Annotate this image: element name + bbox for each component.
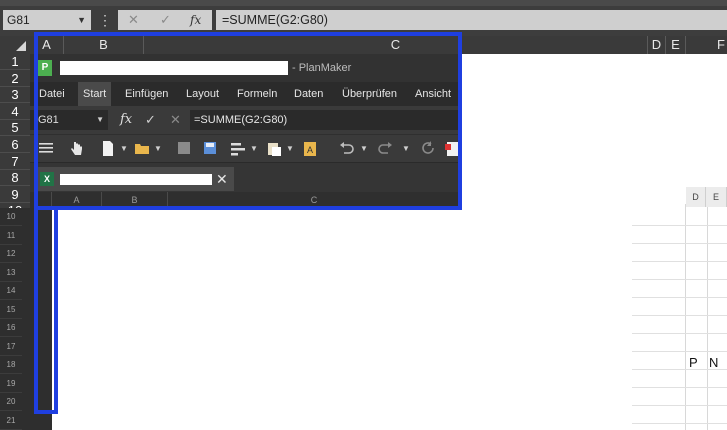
- row-header-1[interactable]: 1: [0, 54, 30, 70]
- planmaker-row-header-16[interactable]: 16: [0, 319, 22, 337]
- column-header-row: A B C D E F: [0, 36, 727, 54]
- planmaker-column-header-row: A B C: [30, 192, 460, 208]
- chevron-down-icon[interactable]: ▼: [402, 144, 410, 153]
- planmaker-row-header-20[interactable]: 20: [0, 393, 22, 411]
- app-title: - PlanMaker: [292, 62, 352, 74]
- cancel-icon[interactable]: ✕: [170, 110, 181, 130]
- menu-lines-icon[interactable]: [38, 140, 54, 157]
- row-header-6[interactable]: 6: [0, 137, 30, 153]
- planmaker-title-bar: P - PlanMaker: [30, 54, 460, 82]
- planmaker-row-header-18[interactable]: 18: [0, 356, 22, 374]
- planmaker-column-b[interactable]: B: [102, 192, 168, 208]
- cell-d19[interactable]: P: [689, 355, 698, 370]
- planmaker-window: P - PlanMaker Datei Start Einfügen Layou…: [30, 54, 460, 208]
- new-document-icon[interactable]: [100, 140, 116, 157]
- embedded-row-header-column: 10 11 12 13 14 15 16 17 18 19 20 21: [0, 208, 52, 430]
- planmaker-name-box-value: G81: [38, 114, 59, 126]
- column-header-c[interactable]: C: [144, 36, 648, 54]
- align-icon[interactable]: [230, 140, 246, 157]
- menu-formeln[interactable]: Formeln: [232, 82, 282, 106]
- cell-e19[interactable]: N: [709, 355, 718, 370]
- document-title-redacted: [60, 61, 288, 75]
- planmaker-row-header-15[interactable]: 15: [0, 301, 22, 319]
- planmaker-row-header-12[interactable]: 12: [0, 245, 22, 263]
- document-tab-name-redacted: [60, 174, 212, 185]
- chevron-down-icon[interactable]: ▼: [120, 144, 128, 153]
- chevron-down-icon[interactable]: ▼: [286, 144, 294, 153]
- close-icon[interactable]: ✕: [216, 167, 228, 191]
- embedded-column-header-d: D: [686, 187, 706, 207]
- menu-ueberpruefen[interactable]: Überprüfen: [337, 82, 402, 106]
- planmaker-name-box[interactable]: G81 ▼: [30, 110, 108, 130]
- planmaker-menu-bar: Datei Start Einfügen Layout Formeln Date…: [30, 82, 460, 106]
- insert-function-icon[interactable]: fx: [190, 10, 201, 30]
- document-tab[interactable]: X ✕: [34, 167, 234, 191]
- planmaker-column-c[interactable]: C: [168, 192, 460, 208]
- save-icon[interactable]: [202, 140, 218, 157]
- column-header-d[interactable]: D: [648, 36, 666, 54]
- chevron-down-icon[interactable]: ▼: [96, 110, 104, 130]
- document-tab-bar: X ✕: [30, 162, 460, 192]
- column-header-b[interactable]: B: [64, 36, 144, 54]
- paste-icon[interactable]: [266, 140, 282, 157]
- planmaker-formula-bar: G81 ▼ fx ✓ ✕ =SUMME(G2:G80): [30, 106, 460, 134]
- row-header-8[interactable]: 8: [0, 170, 30, 187]
- svg-text:A: A: [307, 145, 313, 155]
- row-header-2[interactable]: 2: [0, 71, 30, 87]
- planmaker-formula-input[interactable]: =SUMME(G2:G80): [190, 110, 460, 130]
- excel-file-icon: X: [40, 172, 54, 186]
- formula-bar-buttons: ✕ ✓ fx: [118, 10, 212, 30]
- format-painter-icon[interactable]: A: [302, 140, 318, 157]
- confirm-icon[interactable]: ✓: [145, 110, 156, 130]
- column-header-a[interactable]: A: [30, 36, 64, 54]
- redo-icon[interactable]: [378, 140, 394, 157]
- planmaker-row-header-11[interactable]: 11: [0, 227, 22, 245]
- planmaker-corner[interactable]: [30, 192, 52, 208]
- formula-input[interactable]: =SUMME(G2:G80): [216, 10, 727, 30]
- pdf-export-icon[interactable]: [444, 140, 460, 157]
- name-box-value: G81: [7, 13, 30, 27]
- cancel-icon[interactable]: ✕: [128, 10, 139, 30]
- row-header-5[interactable]: 5: [0, 120, 30, 137]
- row-header-3[interactable]: 3: [0, 87, 30, 104]
- chevron-down-icon[interactable]: ▼: [154, 144, 162, 153]
- menu-daten[interactable]: Daten: [289, 82, 328, 106]
- planmaker-column-a[interactable]: A: [52, 192, 102, 208]
- formula-bar: G81 ▼ ⋮ ✕ ✓ fx =SUMME(G2:G80): [0, 6, 727, 36]
- menu-layout[interactable]: Layout: [181, 82, 224, 106]
- row-header-7[interactable]: 7: [0, 154, 30, 170]
- planmaker-row-header-14[interactable]: 14: [0, 282, 22, 300]
- planmaker-row-header-17[interactable]: 17: [0, 338, 22, 356]
- column-header-e[interactable]: E: [666, 36, 686, 54]
- row-header-4[interactable]: 4: [0, 104, 30, 120]
- open-folder-icon[interactable]: [134, 140, 150, 157]
- menu-einfuegen[interactable]: Einfügen: [120, 82, 173, 106]
- planmaker-row-header-10[interactable]: 10: [0, 208, 22, 226]
- planmaker-logo-icon: P: [38, 60, 52, 76]
- planmaker-row-header-21[interactable]: 21: [0, 412, 22, 430]
- chevron-down-icon[interactable]: ▼: [77, 10, 86, 30]
- row-header-9[interactable]: 9: [0, 187, 30, 203]
- enter-icon[interactable]: ✓: [160, 10, 171, 30]
- planmaker-toolbar: ▼ ▼ ▼ ▼ A ▼ ▼: [30, 134, 460, 162]
- planmaker-row-header-19[interactable]: 19: [0, 375, 22, 393]
- chevron-down-icon[interactable]: ▼: [360, 144, 368, 153]
- more-options-icon[interactable]: ⋮: [96, 10, 114, 30]
- repeat-icon[interactable]: [420, 140, 436, 157]
- menu-datei[interactable]: Datei: [34, 82, 70, 106]
- column-header-f[interactable]: F: [686, 36, 727, 54]
- menu-ansicht[interactable]: Ansicht: [410, 82, 456, 106]
- name-box[interactable]: G81 ▼: [3, 10, 91, 30]
- save-disabled-icon[interactable]: [176, 140, 192, 157]
- embedded-column-header-e: E: [706, 187, 727, 207]
- insert-function-icon[interactable]: fx: [120, 110, 132, 130]
- select-all-corner[interactable]: [0, 36, 30, 54]
- hand-pointer-icon[interactable]: [68, 140, 84, 157]
- chevron-down-icon[interactable]: ▼: [250, 144, 258, 153]
- undo-icon[interactable]: [338, 140, 354, 157]
- menu-start[interactable]: Start: [78, 82, 112, 106]
- planmaker-row-header-13[interactable]: 13: [0, 264, 22, 282]
